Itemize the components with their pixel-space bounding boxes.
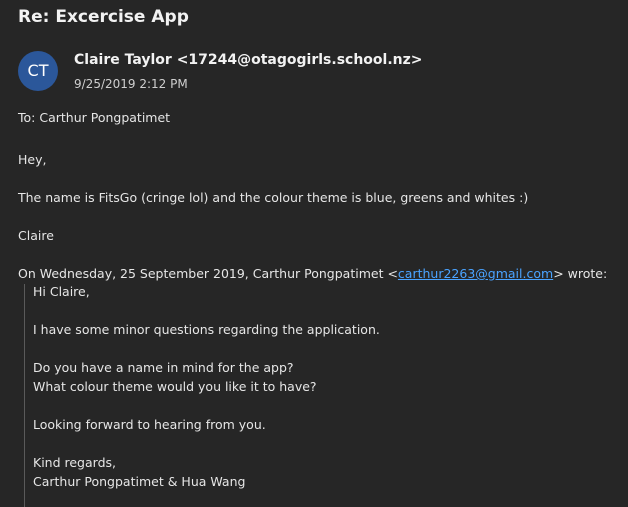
recipient-line: To: Carthur Pongpatimet [18,110,170,125]
quoted-closing: Kind regards, [33,455,116,470]
body-signoff: Claire [18,228,54,243]
email-date: 9/25/2019 2:12 PM [74,77,188,91]
to-label: To: [18,110,36,125]
sender-line[interactable]: Claire Taylor <17244@otagogirls.school.n… [74,52,423,68]
sender-avatar[interactable]: CT [18,51,58,91]
quote-header-prefix: On Wednesday, 25 September 2019, Carthur… [18,266,398,281]
quoted-greeting: Hi Claire, [33,284,90,299]
body-line: The name is FitsGo (cringe lol) and the … [18,190,529,205]
quote-bar [24,284,25,507]
quoted-signature: Carthur Pongpatimet & Hua Wang [33,474,246,489]
quoted-line: What colour theme would you like it to h… [33,379,317,394]
quoted-line: Looking forward to hearing from you. [33,417,266,432]
quote-header-suffix: > wrote: [553,266,608,281]
sender-name[interactable]: Claire Taylor [74,52,172,68]
sender-email[interactable]: <17244@otagogirls.school.nz> [177,52,423,68]
recipient-name[interactable]: Carthur Pongpatimet [39,110,170,125]
quoted-line: I have some minor questions regarding th… [33,322,380,337]
quote-header: On Wednesday, 25 September 2019, Carthur… [18,266,607,281]
quoted-line: Do you have a name in mind for the app? [33,360,294,375]
body-greeting: Hey, [18,152,47,167]
email-subject: Re: Excercise App [18,7,189,27]
quoted-sender-email-link[interactable]: carthur2263@gmail.com [398,266,553,281]
